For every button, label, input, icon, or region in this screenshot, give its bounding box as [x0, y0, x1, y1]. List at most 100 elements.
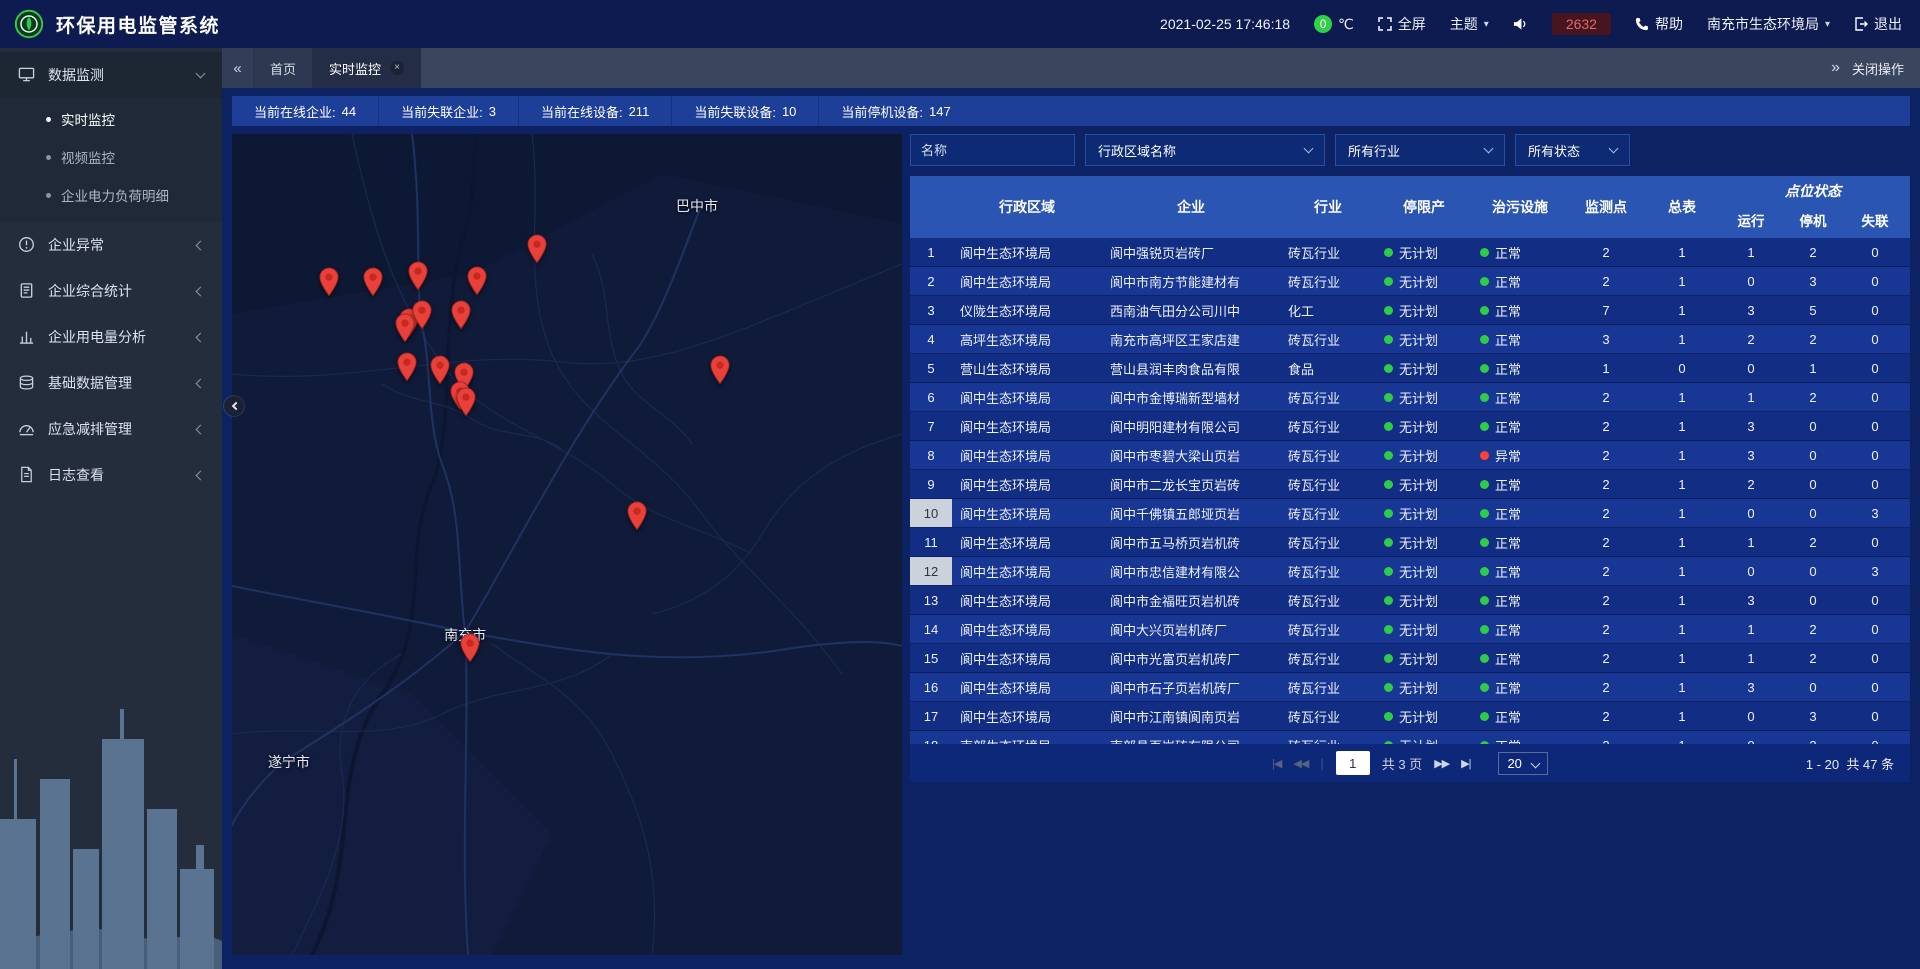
limit-status-cell: 无计划 — [1376, 731, 1472, 744]
theme-dropdown[interactable]: 主题 ▾ — [1450, 14, 1489, 34]
name-filter-input[interactable] — [910, 134, 1075, 166]
map-pin[interactable] — [408, 261, 429, 291]
sidebar-group-header[interactable]: 基础数据管理 — [0, 360, 222, 406]
region-filter-select[interactable]: 行政区域名称 — [1085, 134, 1325, 166]
table-header: 行政区域 企业 行业 停限产 治污设施 监测点 总表 点位状态 运行 停机 失联 — [910, 176, 1910, 238]
fullscreen-button[interactable]: 全屏 — [1378, 14, 1426, 34]
limit-status-cell: 无计划 — [1376, 238, 1472, 266]
help-button[interactable]: 帮助 — [1635, 14, 1683, 34]
facility-status-cell: 正常 — [1472, 644, 1568, 672]
status-filter-select[interactable]: 所有状态 — [1515, 134, 1630, 166]
limit-status-label: 无计划 — [1399, 533, 1438, 552]
sidebar-item[interactable]: 企业电力负荷明细 — [0, 176, 222, 214]
sidebar-group-label: 企业用电量分析 — [48, 327, 146, 347]
industry-filter-select[interactable]: 所有行业 — [1335, 134, 1505, 166]
points-cell: 2 — [1568, 702, 1644, 730]
next-page-button[interactable]: ▶▶ — [1434, 757, 1449, 770]
region-cell: 阆中生态环境局 — [952, 412, 1102, 440]
table-row[interactable]: 4高坪生态环境局南充市高坪区王家店建砖瓦行业无计划正常31220 — [910, 325, 1910, 354]
sidebar-item[interactable]: 视频监控 — [0, 138, 222, 176]
prev-page-button[interactable]: ◀◀ — [1293, 757, 1308, 770]
tab-scroll-left-button[interactable]: « — [222, 48, 254, 88]
facility-status-cell: 正常 — [1472, 499, 1568, 527]
map-pin[interactable] — [467, 266, 488, 296]
stop-cell: 0 — [1782, 586, 1844, 614]
first-page-button[interactable]: |◀ — [1272, 757, 1281, 770]
row-index: 3 — [910, 296, 952, 324]
table-row[interactable]: 12阆中生态环境局阆中市忠信建材有限公砖瓦行业无计划正常21003 — [910, 557, 1910, 586]
map-pin[interactable] — [455, 387, 476, 417]
limit-status-label: 无计划 — [1399, 562, 1438, 581]
table-row[interactable]: 5营山生态环境局营山县润丰肉食品有限食品无计划正常10010 — [910, 354, 1910, 383]
table-row[interactable]: 8阆中生态环境局阆中市枣碧大梁山页岩砖瓦行业无计划异常21300 — [910, 441, 1910, 470]
map-pin[interactable] — [394, 313, 415, 343]
table-row[interactable]: 3仪陇生态环境局西南油气田分公司川中化工无计划正常71350 — [910, 296, 1910, 325]
stop-cell: 0 — [1782, 412, 1844, 440]
tab[interactable]: 首页 — [254, 48, 313, 88]
sidebar-group: 企业异常 — [0, 222, 222, 268]
table-row[interactable]: 6阆中生态环境局阆中市金博瑞新型墙材砖瓦行业无计划正常21120 — [910, 383, 1910, 412]
company-cell: 阆中市五马桥页岩机砖 — [1102, 528, 1280, 556]
org-dropdown[interactable]: 南充市生态环境局 ▾ — [1707, 14, 1830, 34]
sidebar-group-header[interactable]: 数据监测 — [0, 52, 222, 98]
region-cell: 南部生态环境局 — [952, 731, 1102, 744]
tab-scroll-right-button[interactable]: » — [1831, 59, 1840, 77]
table-row[interactable]: 15阆中生态环境局阆中市光富页岩机砖厂砖瓦行业无计划正常21120 — [910, 644, 1910, 673]
map-pin[interactable] — [459, 633, 480, 663]
map-pin[interactable] — [626, 501, 647, 531]
stat-value: 3 — [489, 104, 496, 119]
page-size-select[interactable]: 20 — [1498, 752, 1547, 775]
close-operations-button[interactable]: 关闭操作 — [1852, 59, 1904, 78]
industry-cell: 食品 — [1280, 354, 1376, 382]
announcement-button[interactable] — [1513, 17, 1528, 31]
points-cell: 2 — [1568, 557, 1644, 585]
row-index: 8 — [910, 441, 952, 469]
table-row[interactable]: 9阆中生态环境局阆中市二龙长宝页岩砖砖瓦行业无计划正常21200 — [910, 470, 1910, 499]
stop-cell: 0 — [1782, 470, 1844, 498]
tab-close-icon[interactable]: × — [390, 61, 404, 75]
table-row[interactable]: 16阆中生态环境局阆中市石子页岩机砖厂砖瓦行业无计划正常21300 — [910, 673, 1910, 702]
map-pin[interactable] — [451, 300, 472, 330]
last-page-button[interactable]: ▶| — [1461, 757, 1470, 770]
row-index: 16 — [910, 673, 952, 701]
map-pin[interactable] — [429, 355, 450, 385]
sidebar-group-header[interactable]: 日志查看 — [0, 452, 222, 498]
chevron-left-icon — [231, 402, 239, 410]
collapse-sidebar-handle[interactable] — [224, 396, 244, 416]
lost-cell: 3 — [1844, 557, 1906, 585]
industry-cell: 砖瓦行业 — [1280, 470, 1376, 498]
lost-cell: 0 — [1844, 441, 1906, 469]
industry-filter-value: 所有行业 — [1348, 141, 1400, 160]
tab[interactable]: 实时监控× — [313, 48, 421, 88]
table-row[interactable]: 7阆中生态环境局阆中明阳建材有限公司砖瓦行业无计划正常21300 — [910, 412, 1910, 441]
table-row[interactable]: 11阆中生态环境局阆中市五马桥页岩机砖砖瓦行业无计划正常21120 — [910, 528, 1910, 557]
map-panel: 巴中市南充市遂宁市 — [232, 134, 902, 955]
run-cell: 3 — [1720, 673, 1782, 701]
map-pin[interactable] — [319, 267, 340, 297]
map-pin[interactable] — [709, 355, 730, 385]
stat-label: 当前停机设备: — [841, 102, 923, 121]
table-row[interactable]: 18南部生态环境局南部县页岩砖有限公司砖瓦行业无计划正常21030 — [910, 731, 1910, 744]
table-row[interactable]: 2阆中生态环境局阆中市南方节能建材有砖瓦行业无计划正常21030 — [910, 267, 1910, 296]
map-pin[interactable] — [526, 234, 547, 264]
table-row[interactable]: 13阆中生态环境局阆中市金福旺页岩机砖砖瓦行业无计划正常21300 — [910, 586, 1910, 615]
table-row[interactable]: 1阆中生态环境局阆中强锐页岩砖厂砖瓦行业无计划正常21120 — [910, 238, 1910, 267]
sidebar-group-header[interactable]: 应急减排管理 — [0, 406, 222, 452]
notification-badge[interactable]: 2632 — [1552, 13, 1611, 35]
sidebar-group-header[interactable]: 企业异常 — [0, 222, 222, 268]
current-page-box[interactable]: 1 — [1336, 751, 1370, 775]
sidebar-group-header[interactable]: 企业用电量分析 — [0, 314, 222, 360]
sidebar-group-header[interactable]: 企业综合统计 — [0, 268, 222, 314]
table-row[interactable]: 14阆中生态环境局阆中大兴页岩机砖厂砖瓦行业无计划正常21120 — [910, 615, 1910, 644]
table-row[interactable]: 17阆中生态环境局阆中市江南镇阆南页岩砖瓦行业无计划正常21030 — [910, 702, 1910, 731]
map-pin[interactable] — [362, 267, 383, 297]
facility-status-label: 正常 — [1495, 301, 1521, 320]
stat-label: 当前在线企业: — [254, 102, 336, 121]
logout-button[interactable]: 退出 — [1854, 14, 1902, 34]
sidebar-item[interactable]: 实时监控 — [0, 100, 222, 138]
map-pin[interactable] — [396, 352, 417, 382]
facility-status-cell: 正常 — [1472, 528, 1568, 556]
table-row[interactable]: 10阆中生态环境局阆中千佛镇五郎垭页岩砖瓦行业无计划正常21003 — [910, 499, 1910, 528]
tabs-container: 首页实时监控× — [254, 48, 421, 88]
chevron-down-icon — [1304, 144, 1314, 154]
